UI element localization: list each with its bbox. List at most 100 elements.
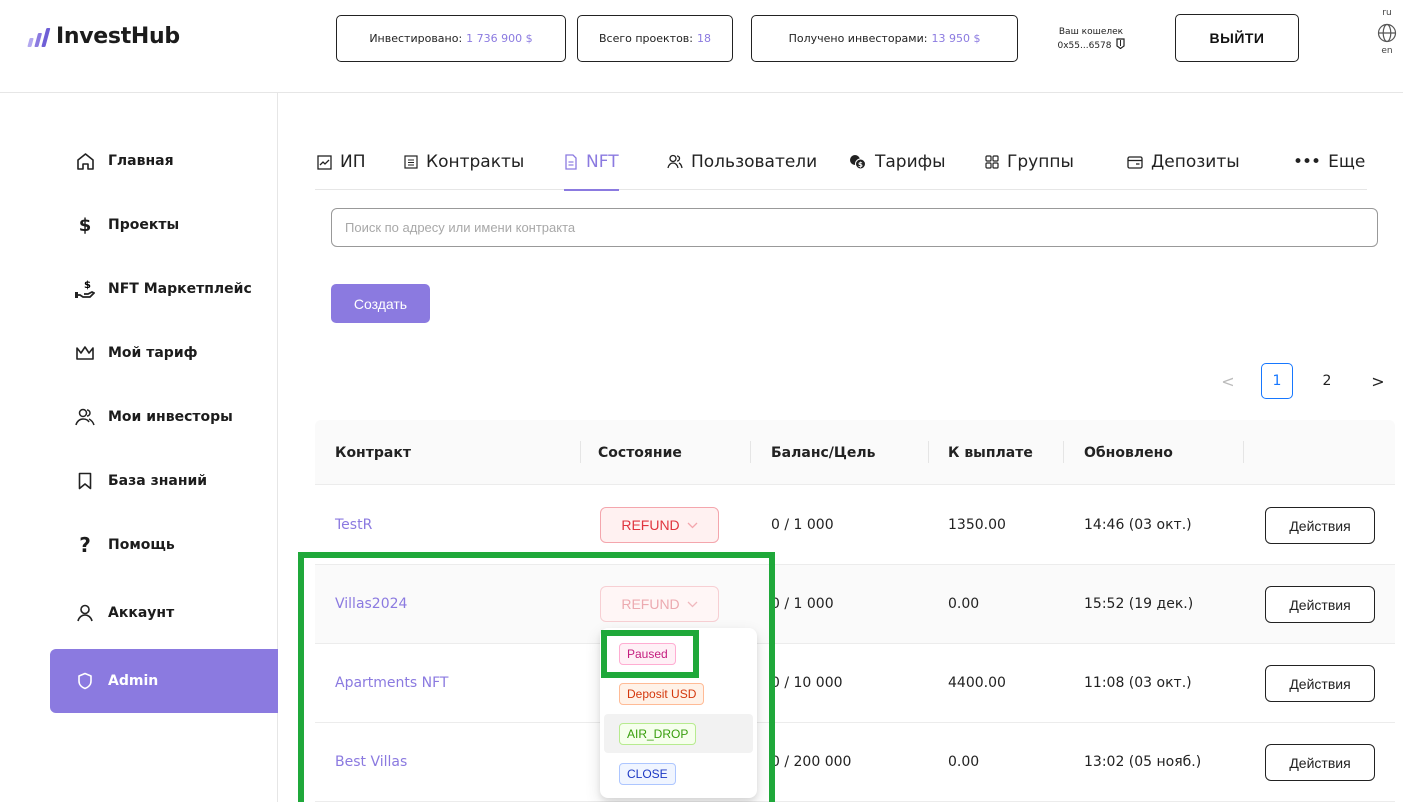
wallet-icon (1115, 38, 1125, 53)
invested-stat: Инвестировано: 1 736 900 $ (336, 15, 566, 62)
contract-link[interactable]: Best Villas (335, 723, 407, 801)
actions-button[interactable]: Действия (1265, 665, 1375, 702)
brand-logo[interactable]: InvestHub (27, 24, 180, 49)
language-switcher[interactable]: ru en (1372, 8, 1402, 57)
state-value: REFUND (621, 517, 680, 533)
updated-value: 11:08 (03 окт.) (1084, 675, 1192, 691)
column-divider (1243, 441, 1244, 463)
tab-label: Контракты (426, 152, 525, 172)
tab-label: Депозиты (1151, 152, 1240, 172)
svg-text:$: $ (84, 280, 91, 291)
sidebar-item-help[interactable]: ? Помощь (50, 513, 278, 577)
grid-icon (985, 155, 999, 169)
tab-label: NFT (586, 152, 619, 172)
balance-value: 0 / 1 000 (771, 517, 834, 533)
sidebar-item-label: Проекты (108, 217, 180, 233)
projects-value: 18 (697, 32, 711, 45)
wallet-info[interactable]: Ваш кошелек 0x55...6578 (1036, 26, 1146, 53)
state-option-deposit-usd[interactable]: Deposit USD (604, 674, 753, 713)
tab-tariffs[interactable]: $ Тарифы (849, 152, 946, 172)
tab-deposits[interactable]: Депозиты (1127, 152, 1240, 172)
logo-bars-icon (27, 27, 51, 47)
state-option-air-drop[interactable]: AIR_DROP (604, 714, 753, 753)
balance-value: 0 / 200 000 (771, 754, 852, 770)
user-icon (75, 603, 95, 623)
sidebar-item-projects[interactable]: $ Проекты (50, 193, 278, 257)
updated-value: 15:52 (19 дек.) (1084, 596, 1194, 612)
sidebar-item-label: Аккаунт (108, 605, 175, 621)
state-select[interactable]: REFUND (600, 586, 719, 622)
pagination-page-2[interactable]: 2 (1312, 363, 1342, 399)
payout-value: 4400.00 (948, 675, 1006, 691)
shield-icon (75, 671, 95, 691)
column-divider (750, 441, 751, 463)
projects-stat: Всего проектов: 18 (577, 15, 733, 62)
table-row: Best Villas 0 / 200 000 0.00 13:02 (05 н… (315, 723, 1395, 802)
lang-en[interactable]: en (1372, 46, 1402, 57)
pagination-page-1[interactable]: 1 (1261, 363, 1293, 399)
sidebar-item-home[interactable]: Главная (50, 129, 278, 193)
table-row: Apartments NFT 0 / 10 000 4400.00 11:08 … (315, 644, 1395, 723)
sidebar-item-account[interactable]: Аккаунт (50, 581, 278, 645)
updated-value: 14:46 (03 окт.) (1084, 517, 1192, 533)
lang-ru[interactable]: ru (1372, 8, 1402, 19)
pagination-prev-icon[interactable]: < (1216, 363, 1240, 399)
dollar-icon: $ (78, 214, 92, 236)
sidebar-item-label: Помощь (108, 537, 175, 553)
actions-button[interactable]: Действия (1265, 744, 1375, 781)
contract-link[interactable]: Villas2024 (335, 565, 407, 643)
logout-button[interactable]: ВЫЙТИ (1175, 14, 1299, 62)
state-option-paused[interactable]: Paused (604, 634, 753, 673)
column-divider (580, 441, 581, 463)
table-row: TestR REFUND 0 / 1 000 1350.00 14:46 (03… (315, 486, 1395, 565)
actions-button[interactable]: Действия (1265, 586, 1375, 623)
state-value: REFUND (621, 596, 680, 612)
state-option-close[interactable]: CLOSE (604, 754, 753, 793)
sidebar-item-label: Admin (108, 673, 159, 689)
globe-icon (1377, 23, 1397, 43)
hand-coin-icon: $ (75, 279, 95, 299)
invested-value: 1 736 900 $ (466, 32, 533, 45)
contract-link[interactable]: Apartments NFT (335, 644, 448, 722)
balance-value: 0 / 10 000 (771, 675, 843, 691)
sidebar-item-label: Главная (108, 153, 174, 169)
payout-value: 1350.00 (948, 517, 1006, 533)
search-input[interactable] (331, 208, 1378, 247)
updated-value: 13:02 (05 нояб.) (1084, 754, 1202, 770)
contract-icon (404, 155, 418, 169)
pagination-next-icon[interactable]: > (1363, 363, 1393, 399)
home-icon (75, 151, 95, 171)
top-header: InvestHub Инвестировано: 1 736 900 $ Все… (0, 0, 1403, 93)
sidebar-item-nft-marketplace[interactable]: $ NFT Маркетплейс (50, 257, 278, 321)
question-icon: ? (79, 533, 91, 557)
tab-ip[interactable]: ИП (317, 152, 366, 172)
state-select[interactable]: REFUND (600, 507, 719, 543)
document-icon (565, 154, 577, 170)
wallet-icon (1127, 156, 1143, 169)
sidebar-item-label: Мой тариф (108, 345, 198, 361)
sidebar-item-admin[interactable]: Admin (50, 649, 278, 713)
column-header-contract: Контракт (335, 444, 411, 461)
state-dropdown: Paused Deposit USD AIR_DROP CLOSE (600, 628, 757, 798)
tab-more[interactable]: ••• Еще (1293, 152, 1365, 172)
wallet-label: Ваш кошелек (1058, 27, 1124, 37)
sidebar-item-knowledge-base[interactable]: База знаний (50, 449, 278, 513)
column-header-payout: К выплате (948, 444, 1033, 461)
tab-users[interactable]: Пользователи (667, 152, 817, 172)
tab-nft[interactable]: NFT (564, 152, 619, 191)
sidebar-item-label: Мои инвесторы (108, 409, 233, 425)
received-stat: Получено инвесторами: 13 950 $ (751, 15, 1018, 62)
column-header-balance: Баланс/Цель (771, 444, 876, 461)
actions-button[interactable]: Действия (1265, 507, 1375, 544)
sidebar-item-my-investors[interactable]: Мои инвесторы (50, 385, 278, 449)
sidebar-item-my-plan[interactable]: Мой тариф (50, 321, 278, 385)
contract-link[interactable]: TestR (335, 486, 372, 564)
create-button[interactable]: Создать (331, 284, 430, 323)
crown-icon (75, 343, 95, 363)
tab-contracts[interactable]: Контракты (404, 152, 524, 172)
tab-groups[interactable]: Группы (985, 152, 1074, 172)
table-header: Контракт Состояние Баланс/Цель К выплате… (315, 420, 1395, 485)
tab-label: Еще (1328, 152, 1366, 172)
tab-label: Пользователи (691, 152, 818, 172)
column-divider (1063, 441, 1064, 463)
